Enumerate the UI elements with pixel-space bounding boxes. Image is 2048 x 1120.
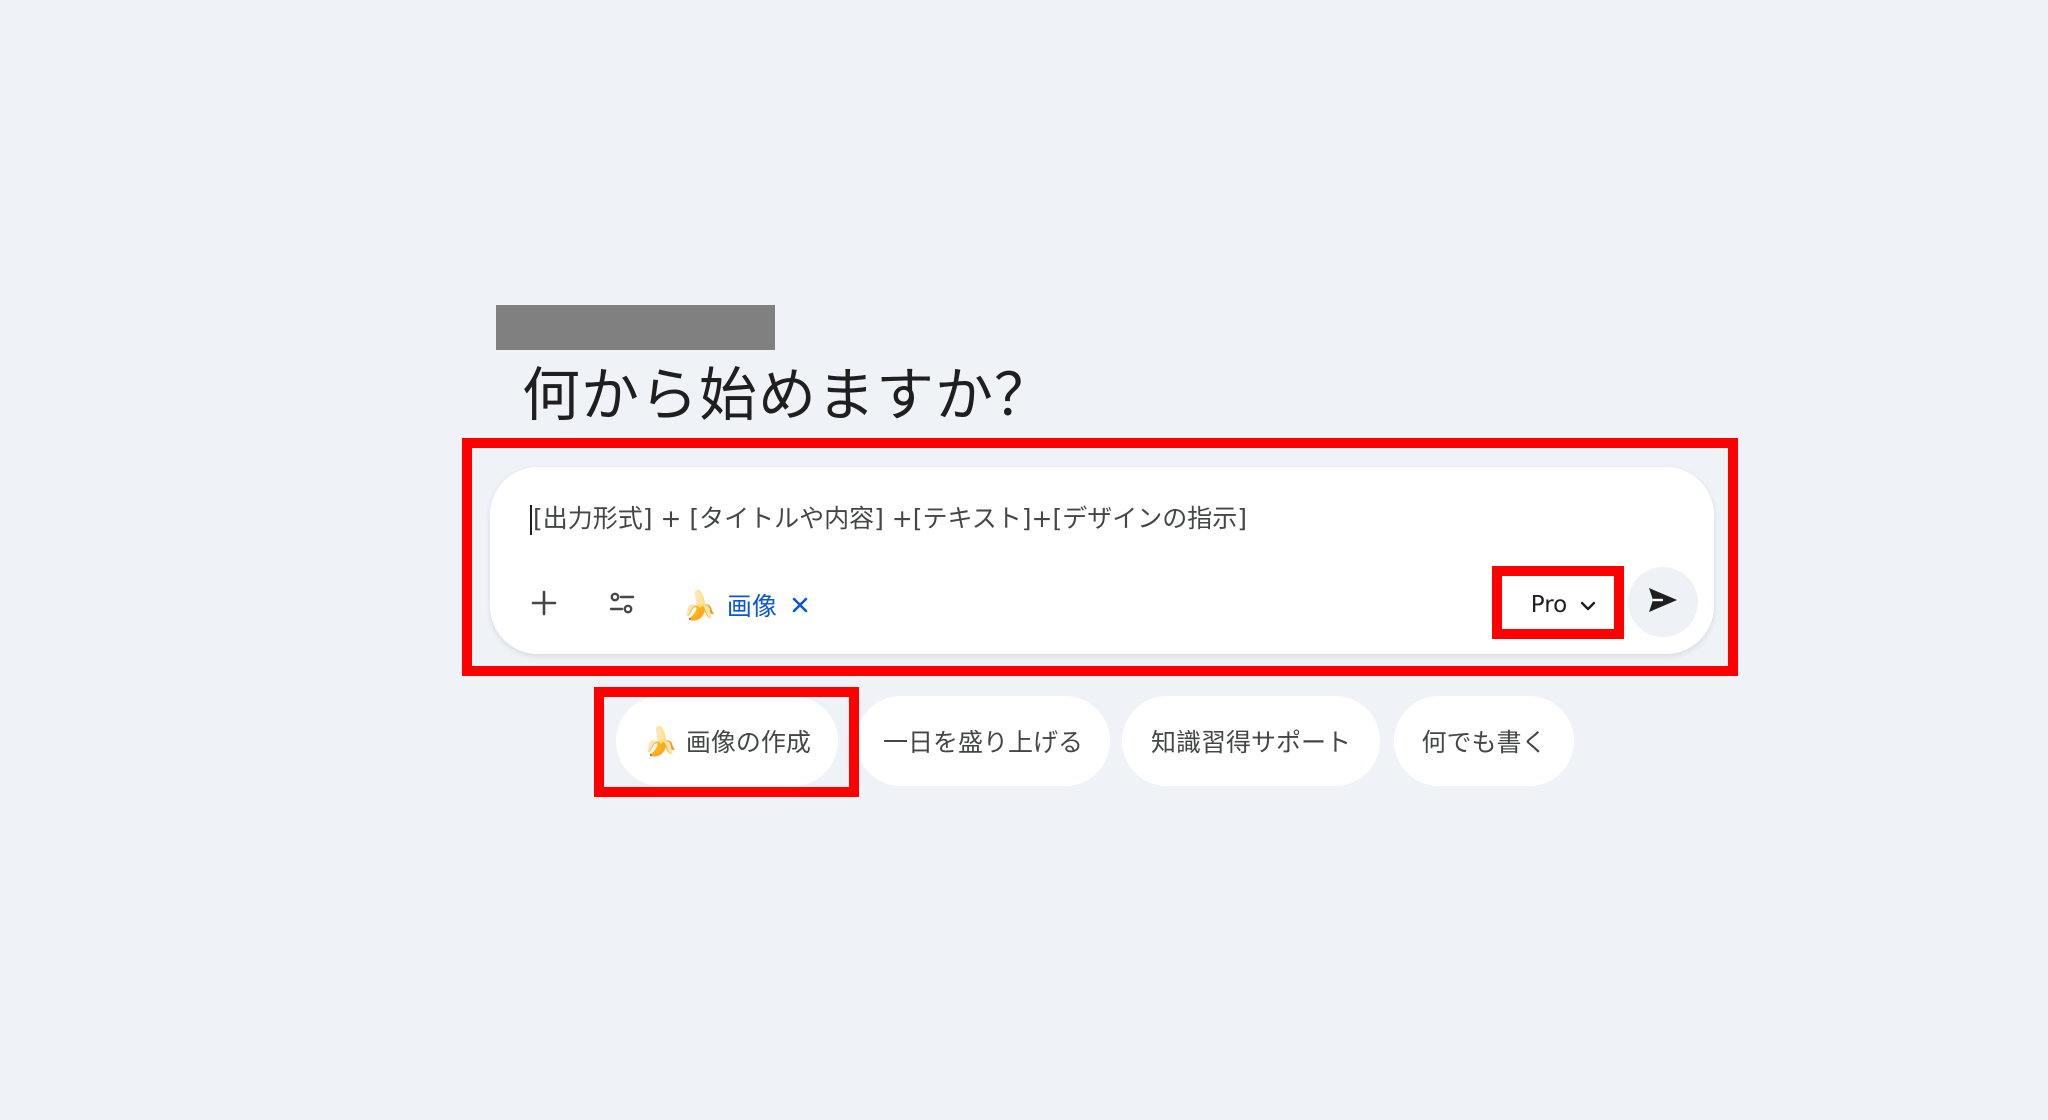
- active-tool-chip[interactable]: 🍌 画像: [682, 581, 809, 629]
- suggestion-learning-support[interactable]: 知識習得サポート: [1122, 696, 1380, 786]
- suggestion-label: 何でも書く: [1421, 728, 1547, 757]
- close-icon[interactable]: [791, 596, 809, 614]
- model-label: Pro: [1530, 592, 1568, 618]
- banana-icon: 🍌: [682, 588, 717, 622]
- banana-icon: 🍌: [643, 724, 678, 758]
- suggestion-write-anything[interactable]: 何でも書く: [1394, 696, 1574, 786]
- add-button[interactable]: [516, 577, 572, 633]
- text-caret: [530, 505, 532, 535]
- active-tool-label: 画像: [726, 592, 777, 621]
- page: 何から始めますか？ [出力形式] + [タイトルや内容] +[テキスト]+[デザ…: [0, 0, 2048, 1120]
- model-selector[interactable]: Pro: [1508, 577, 1620, 633]
- page-title: 何から始めますか？: [522, 361, 1054, 429]
- prompt-composer: [出力形式] + [タイトルや内容] +[テキスト]+[デザインの指示] 🍌 画…: [490, 467, 1714, 654]
- suggestion-label: 画像の作成: [685, 728, 811, 757]
- suggestion-label: 知識習得サポート: [1150, 728, 1351, 757]
- redacted-block: [496, 305, 775, 350]
- send-icon: [1647, 586, 1679, 618]
- prompt-text: [出力形式] + [タイトルや内容] +[テキスト]+[デザインの指示]: [533, 504, 1247, 533]
- tune-icon: [607, 588, 637, 622]
- suggestion-label: 一日を盛り上げる: [882, 728, 1083, 757]
- plus-icon: [529, 588, 559, 622]
- send-button[interactable]: [1628, 567, 1698, 637]
- suggestion-chips: 🍌 画像の作成 一日を盛り上げる 知識習得サポート 何でも書く: [0, 696, 2048, 786]
- chevron-down-icon: [1579, 592, 1597, 618]
- suggestion-brighten-day[interactable]: 一日を盛り上げる: [856, 696, 1110, 786]
- suggestion-create-image[interactable]: 🍌 画像の作成: [616, 696, 838, 786]
- tools-button[interactable]: [594, 577, 650, 633]
- prompt-input[interactable]: [出力形式] + [タイトルや内容] +[テキスト]+[デザインの指示]: [530, 501, 1674, 537]
